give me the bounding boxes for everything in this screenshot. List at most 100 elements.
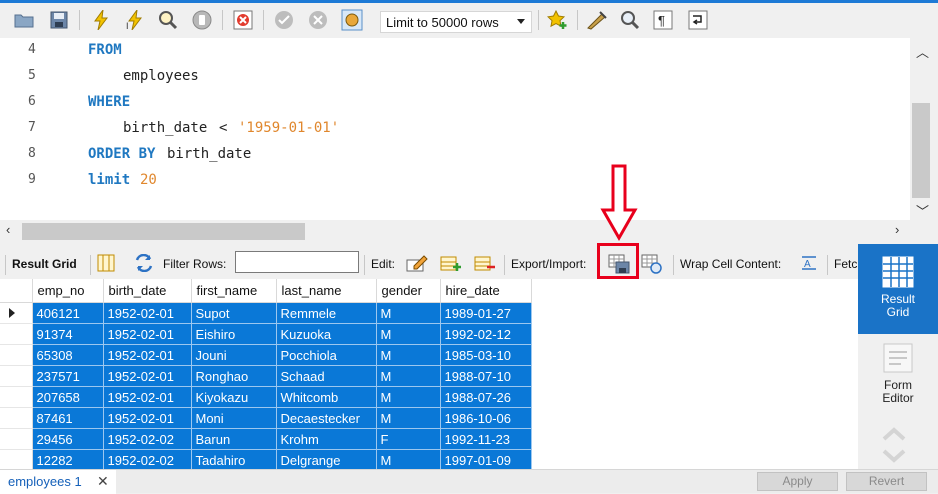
filter-rows-input[interactable] [235, 251, 359, 273]
explain-icon[interactable] [157, 9, 179, 31]
table-cell[interactable]: 1952-02-02 [103, 449, 192, 469]
row-header[interactable] [0, 344, 33, 366]
close-icon[interactable]: ✕ [97, 473, 109, 490]
edit-row-icon[interactable] [406, 254, 428, 275]
table-cell[interactable]: 91374 [32, 323, 104, 345]
table-cell[interactable]: Decaestecker [276, 407, 377, 429]
scroll-right-icon[interactable]: › [895, 222, 899, 237]
table-cell[interactable]: M [376, 323, 441, 345]
table-row[interactable]: 65308 1952-02-01 Jouni Pocchiola M 1985-… [0, 344, 532, 366]
table-cell[interactable]: 12282 [32, 449, 104, 469]
scroll-up-icon[interactable]: ︿ [916, 42, 929, 61]
stop-icon[interactable] [191, 9, 213, 31]
table-cell[interactable]: Kiyokazu [191, 386, 277, 408]
table-cell[interactable]: 1988-07-10 [440, 365, 532, 387]
toggle-error-icon[interactable] [232, 9, 254, 31]
insert-row-icon[interactable] [440, 254, 462, 275]
wrap-lines-icon[interactable] [687, 9, 709, 31]
table-cell[interactable]: 406121 [32, 302, 104, 324]
column-header-first-name[interactable]: first_name [191, 279, 277, 303]
table-cell[interactable]: 1985-03-10 [440, 344, 532, 366]
table-cell[interactable]: Moni [191, 407, 277, 429]
row-header[interactable] [0, 428, 33, 450]
column-header-last-name[interactable]: last_name [276, 279, 377, 303]
table-cell[interactable]: 1952-02-01 [103, 407, 192, 429]
row-header[interactable] [0, 302, 33, 324]
table-cell[interactable]: Eishiro [191, 323, 277, 345]
table-cell[interactable]: 1988-07-26 [440, 386, 532, 408]
table-cell[interactable]: Whitcomb [276, 386, 377, 408]
column-header-birth-date[interactable]: birth_date [103, 279, 192, 303]
table-cell[interactable]: 29456 [32, 428, 104, 450]
rollback-icon[interactable] [307, 9, 329, 31]
find-icon[interactable] [619, 9, 641, 31]
beautify-icon[interactable] [586, 9, 608, 31]
column-header-emp-no[interactable]: emp_no [32, 279, 104, 303]
table-cell[interactable]: 1989-01-27 [440, 302, 532, 324]
table-cell[interactable]: 1952-02-01 [103, 302, 192, 324]
apply-button[interactable]: Apply [757, 472, 838, 491]
row-header[interactable] [0, 323, 33, 345]
table-cell[interactable]: M [376, 344, 441, 366]
revert-button[interactable]: Revert [846, 472, 927, 491]
table-cell[interactable]: 1992-02-12 [440, 323, 532, 345]
table-cell[interactable]: Barun [191, 428, 277, 450]
table-cell[interactable]: Jouni [191, 344, 277, 366]
table-cell[interactable]: Remmele [276, 302, 377, 324]
table-cell[interactable]: 1952-02-01 [103, 323, 192, 345]
result-grid[interactable]: emp_no birth_date first_name last_name g… [0, 279, 858, 469]
table-cell[interactable]: Tadahiro [191, 449, 277, 469]
table-cell[interactable]: 1952-02-01 [103, 386, 192, 408]
side-panel-chevrons-icon[interactable] [881, 426, 907, 469]
editor-vertical-scroll-thumb[interactable] [912, 103, 930, 198]
table-row[interactable]: 406121 1952-02-01 Supot Remmele M 1989-0… [0, 302, 532, 324]
refresh-icon[interactable] [134, 253, 154, 275]
table-cell[interactable]: M [376, 449, 441, 469]
editor-horizontal-scroll-thumb[interactable] [22, 223, 305, 240]
open-folder-icon[interactable] [13, 9, 35, 31]
table-row[interactable]: 207658 1952-02-01 Kiyokazu Whitcomb M 19… [0, 386, 532, 408]
table-cell[interactable]: Kuzuoka [276, 323, 377, 345]
result-grid-side-button[interactable]: Result Grid [858, 244, 938, 334]
row-header[interactable] [0, 407, 33, 429]
table-cell[interactable]: 207658 [32, 386, 104, 408]
table-row[interactable]: 87461 1952-02-01 Moni Decaestecker M 198… [0, 407, 532, 429]
table-cell[interactable]: Delgrange [276, 449, 377, 469]
table-cell[interactable]: 1952-02-01 [103, 344, 192, 366]
table-row[interactable]: 12282 1952-02-02 Tadahiro Delgrange M 19… [0, 449, 532, 469]
save-icon[interactable] [48, 9, 70, 31]
table-row[interactable]: 237571 1952-02-01 Ronghao Schaad M 1988-… [0, 365, 532, 387]
scroll-left-icon[interactable]: ‹ [6, 222, 10, 237]
table-cell[interactable]: 65308 [32, 344, 104, 366]
column-header-gender[interactable]: gender [376, 279, 441, 303]
table-row[interactable]: 29456 1952-02-02 Barun Krohm F 1992-11-2… [0, 428, 532, 450]
table-cell[interactable]: M [376, 386, 441, 408]
row-header[interactable] [0, 386, 33, 408]
row-header[interactable] [0, 449, 33, 469]
tab-employees-1[interactable]: employees 1 ✕ [0, 470, 116, 494]
invisible-chars-icon[interactable]: ¶ [652, 9, 674, 31]
scroll-down-icon[interactable]: ﹀ [916, 201, 929, 220]
table-cell[interactable]: Ronghao [191, 365, 277, 387]
row-header[interactable] [0, 365, 33, 387]
table-cell[interactable]: Schaad [276, 365, 377, 387]
grid-columns-icon[interactable] [97, 254, 115, 275]
table-cell[interactable]: Pocchiola [276, 344, 377, 366]
table-cell[interactable]: 237571 [32, 365, 104, 387]
wrap-cell-icon[interactable]: A [800, 255, 818, 274]
table-cell[interactable]: M [376, 365, 441, 387]
commit-icon[interactable] [273, 9, 295, 31]
table-cell[interactable]: 1952-02-02 [103, 428, 192, 450]
table-cell[interactable]: Krohm [276, 428, 377, 450]
table-cell[interactable]: 1992-11-23 [440, 428, 532, 450]
import-icon[interactable] [641, 254, 663, 277]
table-cell[interactable]: 1986-10-06 [440, 407, 532, 429]
limit-rows-select[interactable]: Limit to 50000 rows [380, 11, 532, 33]
form-editor-side-button[interactable]: Form Editor [858, 337, 938, 412]
table-cell[interactable]: 1952-02-01 [103, 365, 192, 387]
table-cell[interactable]: M [376, 407, 441, 429]
table-row[interactable]: 91374 1952-02-01 Eishiro Kuzuoka M 1992-… [0, 323, 532, 345]
table-cell[interactable]: Supot [191, 302, 277, 324]
delete-row-icon[interactable] [474, 254, 496, 275]
table-cell[interactable]: F [376, 428, 441, 450]
